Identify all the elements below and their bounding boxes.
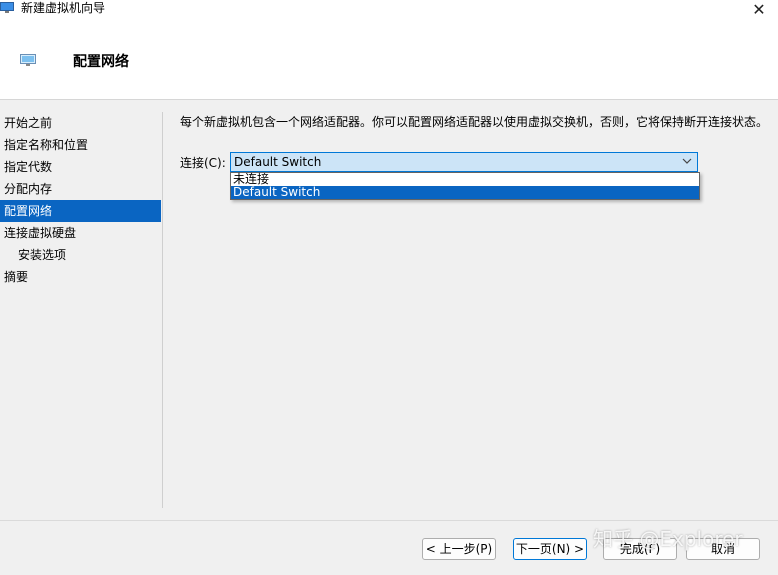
chevron-down-icon	[682, 158, 692, 164]
nav-item-summary[interactable]: 摘要	[0, 266, 161, 288]
nav-item-memory[interactable]: 分配内存	[0, 178, 161, 200]
page-header: 配置网络	[0, 20, 778, 100]
nav-divider	[162, 112, 163, 508]
nav-item-virtual-disk[interactable]: 连接虚拟硬盘	[0, 222, 161, 244]
back-button[interactable]: < 上一步(P)	[422, 538, 496, 560]
connection-dropdown-list: 未连接 Default Switch	[230, 172, 700, 200]
window-title: 新建虚拟机向导	[21, 1, 106, 15]
new-vm-wizard-window: 新建虚拟机向导 ✕ 配置网络 开始之前 指定名称和位置 指定代数 分配内存 配置…	[0, 0, 778, 575]
connection-label: 连接(C):	[180, 156, 226, 170]
dropdown-option-default-switch[interactable]: Default Switch	[231, 186, 699, 199]
finish-button[interactable]: 完成(F)	[603, 538, 677, 560]
connection-selected-value: Default Switch	[234, 155, 322, 169]
nav-item-name-location[interactable]: 指定名称和位置	[0, 134, 161, 156]
title-bar: 新建虚拟机向导 ✕	[0, 0, 778, 20]
monitor-icon	[0, 2, 14, 13]
cancel-button[interactable]: 取消	[686, 538, 760, 560]
page-title: 配置网络	[73, 54, 129, 70]
monitor-icon	[20, 54, 36, 66]
wizard-step-nav: 开始之前 指定名称和位置 指定代数 分配内存 配置网络 连接虚拟硬盘 安装选项 …	[0, 112, 161, 288]
close-icon: ✕	[752, 0, 766, 19]
nav-item-networking[interactable]: 配置网络	[0, 200, 161, 222]
nav-item-generation[interactable]: 指定代数	[0, 156, 161, 178]
nav-item-install-options[interactable]: 安装选项	[0, 244, 161, 266]
connection-dropdown[interactable]: Default Switch	[230, 152, 698, 172]
next-button[interactable]: 下一页(N) >	[513, 538, 587, 560]
footer-divider	[0, 520, 778, 521]
nav-item-before-you-begin[interactable]: 开始之前	[0, 112, 161, 134]
description-text: 每个新虚拟机包含一个网络适配器。你可以配置网络适配器以使用虚拟交换机，否则，它将…	[180, 115, 769, 129]
close-button[interactable]: ✕	[748, 0, 770, 20]
